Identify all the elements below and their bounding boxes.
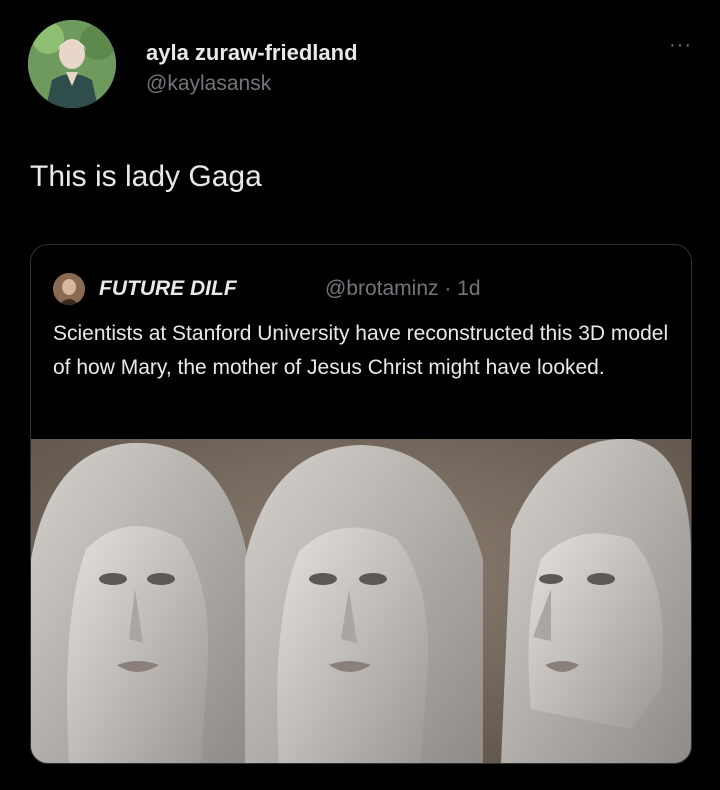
- more-icon[interactable]: ···: [669, 34, 692, 57]
- bust-front-left: [31, 442, 246, 763]
- quoted-avatar[interactable]: [53, 273, 85, 305]
- author-handle[interactable]: @kaylasansk: [146, 72, 271, 96]
- tweet-text: This is lady Gaga: [30, 160, 262, 193]
- quoted-author-handle[interactable]: @brotaminz: [325, 277, 439, 300]
- quoted-avatar-image: [53, 273, 85, 305]
- tweet-header: ayla zuraw-friedland @kaylasansk ···: [28, 20, 692, 112]
- author-name[interactable]: ayla zuraw-friedland: [146, 40, 358, 66]
- bust-front-center: [245, 445, 483, 763]
- author-avatar[interactable]: [28, 20, 116, 108]
- sculpture-image[interactable]: [31, 439, 691, 763]
- quoted-time: · 1d: [444, 277, 481, 300]
- quoted-tweet[interactable]: FUTURE DILF @brotaminz · 1d Scientists a…: [30, 244, 692, 764]
- quoted-meta: @brotaminz · 1d: [325, 277, 481, 301]
- avatar-image: [28, 20, 116, 108]
- sculpture-image-graphic: [31, 439, 691, 763]
- quoted-author-name[interactable]: FUTURE DILF: [99, 277, 237, 301]
- quoted-text: Scientists at Stanford University have r…: [53, 322, 669, 379]
